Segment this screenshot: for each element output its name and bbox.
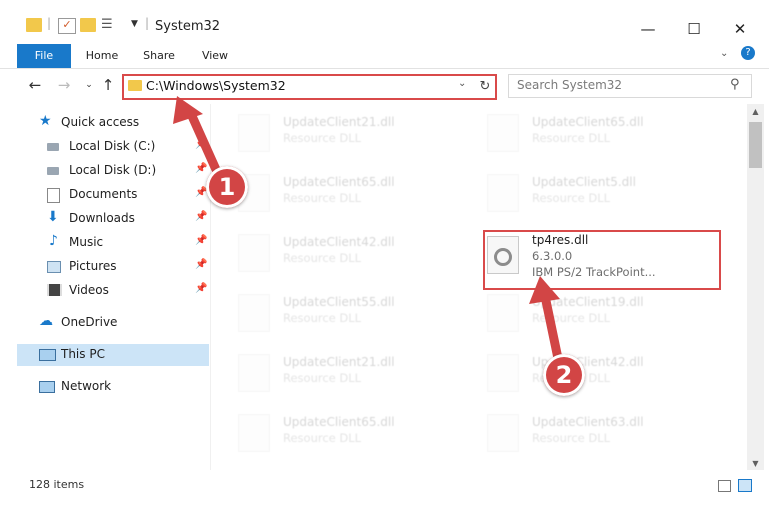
annotation-arrows: [173, 96, 565, 373]
step-badge-2: 2: [543, 354, 585, 396]
arrow-2-head: [529, 276, 560, 304]
step-badge-1: 1: [206, 166, 248, 208]
